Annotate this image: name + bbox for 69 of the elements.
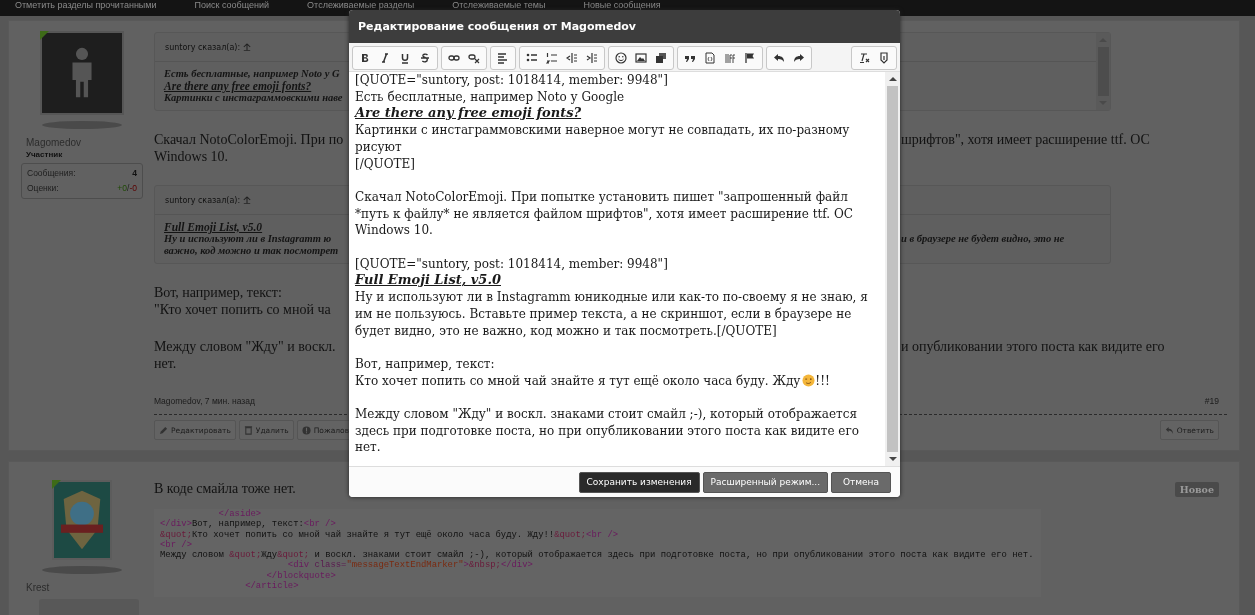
dialog-button[interactable]: Сохранить изменения [578,471,700,493]
editor-text: Между словом "Жду" и воскл. знаками стоит смайл ;-), который отображается здесь при подготовке поста, но при опубликовании этого поста как видите его нет. [355,406,860,457]
trash-icon [243,425,253,435]
negative-rating: -0 [129,183,137,193]
dialog-title: Редактирование сообщения от Magomedov [358,20,636,33]
post-number[interactable]: #19 [1204,396,1219,406]
stat-value: 4 [132,167,137,180]
shield-badge-drawing [58,488,105,552]
code-line: &quot;Кто хочет попить со мной чай знайте я тут ещё около часа буду. Жду!!&quot;<br /> [160,529,620,540]
stat-label: Сообщения: [27,167,76,180]
dialog-button[interactable]: Расширенный режим... [702,471,828,493]
winking-smiley-icon [802,373,816,387]
online-corner-icon [39,31,49,40]
editor-link[interactable]: Full Emoji List, v5.0 [355,272,879,290]
editor-text: Вот, например, текст: [355,355,496,373]
post-text: Между словом "Жду" и воскл. [154,338,337,355]
post-text: Windows 10. [154,148,230,165]
stat-label: Оценки: [27,182,59,195]
nav-link[interactable]: Отметить разделы прочитанными [15,0,157,10]
quote-text: Есть бесплатные, например Noto у G [164,68,341,80]
editor-text: [/QUOTE] [355,155,416,173]
code-line: </aside> [217,509,263,520]
editor-text: [QUOTE="suntory, post: 1018414, member: 9948"] [355,72,669,89]
post-text: В коде смайла тоже нет. [154,481,296,497]
quote-link[interactable]: Full Emoji List, v5.0 [164,221,350,233]
quote-text: и в браузере не будет видно, это не [901,233,1066,245]
post-text: шрифтов", хотя имеет расширение ttf. ОС [901,131,1151,148]
editor-text: Скачал NotoColorEmoji. При попытке установить пишет "запрошенный файл *путь к файлу* не является файлом шрифтов", хотя имеет расширение ttf. ОС Windows 10. [355,188,854,239]
up-arrow-icon[interactable] [243,43,252,51]
code-line: </blockquote> [265,570,337,581]
nav-link[interactable]: Отслеживаемые разделы [307,0,415,10]
user-role: Участник [26,150,63,159]
editor-text: Картинки с инстаграммовскими наверное могут не совпадать, их по-разному рисуют [355,122,851,156]
nav-link[interactable]: Поиск сообщений [194,0,270,10]
editor-text: Кто хочет попить со мной чай знайте я тут ещё около часа буду. Жду [355,373,801,388]
editor-text: Есть бесплатные, например Noto у Google [355,88,626,106]
editor-link[interactable]: Are there any free emoji fonts? [355,105,879,123]
post-text: Вот, например, текст: [154,284,283,301]
quote-text: Ну и используют ли в Instagramm ю [164,233,333,245]
online-corner-icon [51,480,61,489]
alert-icon [301,425,311,435]
editor-text: [QUOTE="suntory, post: 1018414, member: 9948"] [355,255,669,273]
dialog-button[interactable]: Отмена [831,471,891,493]
post-text: нет. [154,355,178,372]
rating-separator: / [127,183,130,193]
scrollbar[interactable] [885,72,900,466]
editor-text: Ну и используют ли в Instagramm юникодные или как-то по-своему я не знаю, я им не пользуюсь. Вставьте пример текста, а не скриншот, если в браузере не будет видно, это не важно, код можно и так посмотреть.[/QUOTE] [355,289,869,340]
quote-text: важно, код можно и так посмотрет [164,245,340,257]
post-meta[interactable]: Magomedov, 7 мин. назад [154,396,255,406]
quote-link[interactable]: Are there any free emoji fonts? [164,80,350,92]
nav-link[interactable]: Отслеживаемые темы [452,0,546,10]
up-arrow-icon[interactable] [243,196,252,204]
pencil-icon [159,425,168,435]
code-line: </article> [244,581,300,592]
code-line: <br /> [160,539,193,551]
code-line: Между словом &quot;Жду&quot; и воскл. знаками стоит смайл ;-), который отображается здесь при подготовке поста, но при опубликовании этого поста как видите его нет. [160,550,1035,561]
nav-link[interactable]: Новые сообщения [583,0,661,10]
quote-author: suntory сказал(а): [165,195,241,205]
code-line: </div>Вот, например, текст:<br /> [160,519,337,530]
new-badge: Новое [1174,481,1219,497]
post-text: Скачал NotoColorEmoji. При по [154,131,345,148]
editor-field[interactable] [349,71,900,467]
editor-text: !!! [815,373,830,388]
quote-author: suntory сказал(а): [165,42,241,52]
post-text: "Кто хочет попить со мной ча [154,301,332,318]
post-text: и опубликовании этого поста как видите его [901,338,1166,355]
code-line: <div class="messageTextEndMarker">&nbsp;</div> [287,560,534,571]
quote-text: Картинки с инстаграммовскими наве [164,92,344,104]
reply-arrow-icon [1164,425,1174,435]
